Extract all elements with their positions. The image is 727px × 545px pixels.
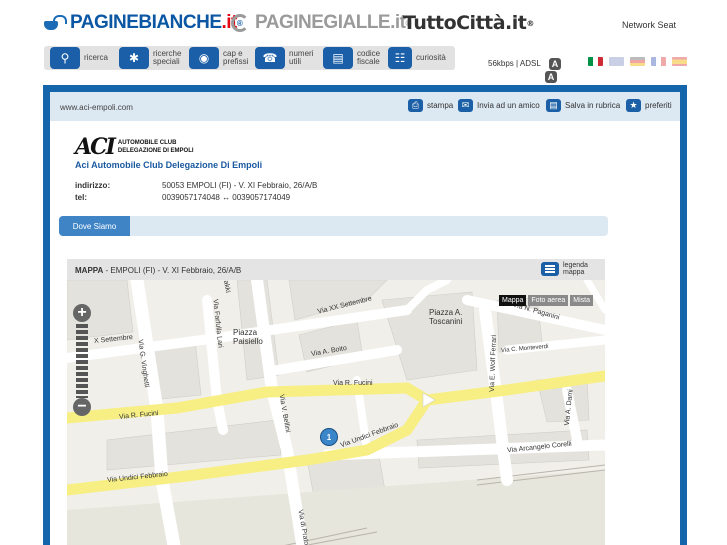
zoom-control: + −	[73, 304, 91, 416]
nav-item-curiosita[interactable]: ☷ curiosità	[388, 47, 446, 69]
print-button[interactable]: ⎙ stampa	[408, 99, 453, 112]
zoom-out-button[interactable]: −	[73, 398, 91, 416]
card-icon: ▤	[323, 47, 353, 69]
zoom-in-button[interactable]: +	[73, 304, 91, 322]
favorites-button[interactable]: ★ preferiti	[626, 99, 672, 112]
service-nav: ⚲ ricerca ✱ ricerche speciali ◉ cap e pr…	[44, 46, 455, 70]
tab-bar: Dove Siamo	[59, 216, 608, 236]
location-pin[interactable]: 1	[320, 428, 338, 446]
paginebianche-logo[interactable]: PAGINEBIANCHE .it ®	[44, 10, 243, 36]
place-label-toscanini: Piazza A. Toscanini	[429, 308, 463, 326]
folder-icon: ▤	[546, 99, 561, 112]
map-header: MAPPA - EMPOLI (FI) - V. XI Febbraio, 26…	[67, 259, 605, 280]
paginegialle-mark-icon	[231, 14, 249, 32]
phone-label: tel:	[75, 193, 87, 202]
connection-speed[interactable]: 56kbps | ADSL	[488, 59, 541, 68]
aci-logo-mark: ACI	[75, 134, 116, 160]
nav-item-ricerche-speciali[interactable]: ✱ ricerche speciali	[119, 47, 181, 69]
book-icon: ☷	[388, 47, 412, 69]
flag-spain-icon[interactable]	[672, 57, 687, 66]
print-icon: ⎙	[408, 99, 423, 112]
mail-icon: ✉	[458, 99, 473, 112]
business-card-frame: www.aci-empoli.com ⎙ stampa ✉ Invia ad u…	[43, 85, 687, 545]
nav-item-codice-fiscale[interactable]: ▤ codice fiscale	[323, 47, 380, 69]
search-icon: ⚲	[50, 47, 80, 69]
address-value: 50053 EMPOLI (FI) - V. XI Febbraio, 26/A…	[162, 181, 318, 190]
text-size-large-button[interactable]: A	[545, 71, 557, 83]
map-title: MAPPA - EMPOLI (FI) - V. XI Febbraio, 26…	[75, 266, 242, 275]
nav-item-ricerca[interactable]: ⚲ ricerca	[50, 47, 108, 69]
company-name: Aci Automobile Club Delegazione Di Empol…	[75, 160, 263, 170]
url-bar: www.aci-empoli.com ⎙ stampa ✉ Invia ad u…	[50, 92, 680, 121]
send-friend-button[interactable]: ✉ Invia ad un amico	[458, 99, 540, 112]
phone-handset-icon	[44, 15, 67, 31]
map-view[interactable]: Via XX Settembre X Settembre Via R. Fuci…	[67, 280, 605, 545]
aci-logo-text: AUTOMOBILE CLUB DELEGAZIONE DI EMPOLI	[117, 140, 194, 154]
company-logo: ACI AUTOMOBILE CLUB DELEGAZIONE DI EMPOL…	[75, 134, 194, 160]
tab-dove-siamo[interactable]: Dove Siamo	[59, 216, 130, 236]
flag-italy-icon[interactable]	[588, 57, 603, 66]
phone-value: 0039057174048 ↔ 0039057174049	[162, 193, 291, 202]
address-label: indirizzo:	[75, 181, 111, 190]
website-link[interactable]: www.aci-empoli.com	[60, 103, 133, 112]
place-label-paisiello: Piazza Paisiello	[233, 328, 263, 346]
text-size-button[interactable]: A	[549, 58, 561, 70]
map-type-mappa[interactable]: Mappa	[499, 295, 527, 306]
tuttocitta-logo[interactable]: TuttoCittà.it ®	[403, 10, 534, 36]
globe-icon: ◉	[189, 47, 219, 69]
zoom-slider[interactable]	[76, 324, 88, 398]
nav-item-numeri-utili[interactable]: ☎ numeri utili	[255, 47, 313, 69]
legend-icon	[541, 262, 559, 276]
language-flags	[588, 57, 687, 66]
nav-item-cap-prefissi[interactable]: ◉ cap e prefissi	[189, 47, 248, 69]
flag-france-icon[interactable]	[651, 57, 666, 66]
paginegialle-logo[interactable]: PAGINEGIALLE.it ®	[231, 10, 411, 36]
map-legend-button[interactable]: legenda mappa	[541, 262, 588, 276]
network-link[interactable]: Network Seat	[622, 20, 676, 30]
map-type-mista[interactable]: Mista	[570, 295, 593, 306]
save-contact-button[interactable]: ▤ Salva in rubrica	[546, 99, 620, 112]
flag-germany-icon[interactable]	[630, 57, 645, 66]
brand-bar: PAGINEBIANCHE .it ® PAGINEGIALLE.it ® Tutto…	[0, 0, 727, 44]
phone-icon: ☎	[255, 47, 285, 69]
flag-uk-icon[interactable]	[609, 57, 624, 66]
puzzle-icon: ✱	[119, 47, 149, 69]
map-type-foto-aerea[interactable]: Foto aerea	[528, 295, 569, 306]
map-type-selector: Mappa Foto aerea Mista	[499, 295, 593, 306]
star-icon: ★	[626, 99, 641, 112]
street-label-fucini-top: Via R. Fucini	[333, 380, 373, 387]
